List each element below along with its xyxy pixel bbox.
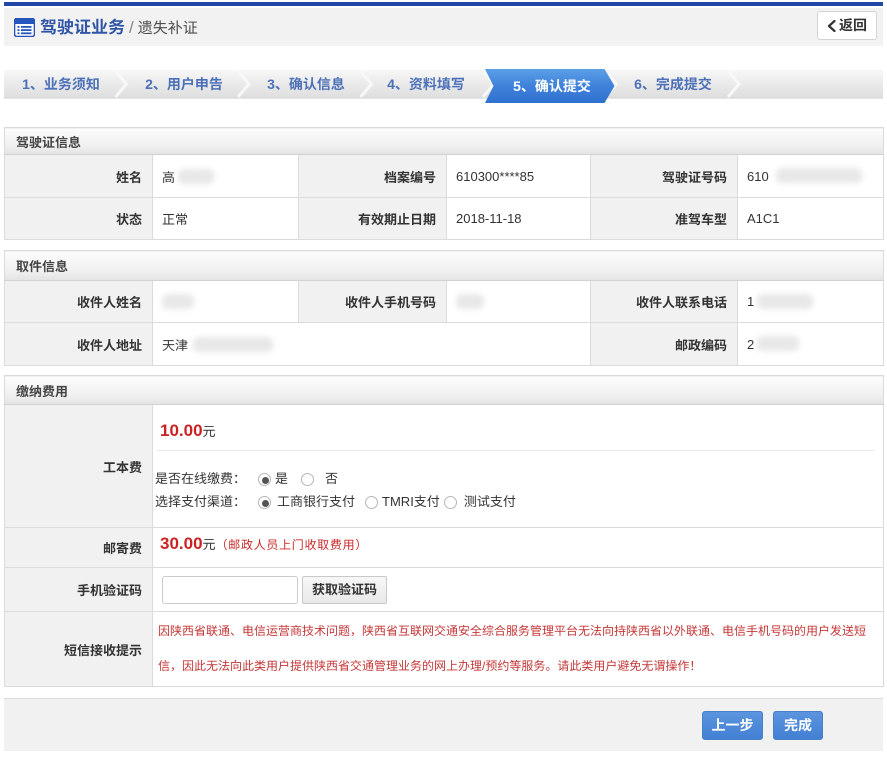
- svg-text:3、确认信息: 3、确认信息: [267, 76, 345, 92]
- svg-text:1、业务须知: 1、业务须知: [22, 76, 100, 92]
- svg-text:4、资料填写: 4、资料填写: [387, 76, 465, 92]
- svg-text:6、完成提交: 6、完成提交: [634, 76, 712, 92]
- svg-text:2、用户申告: 2、用户申告: [145, 76, 223, 92]
- svg-text:5、确认提交: 5、确认提交: [513, 78, 591, 94]
